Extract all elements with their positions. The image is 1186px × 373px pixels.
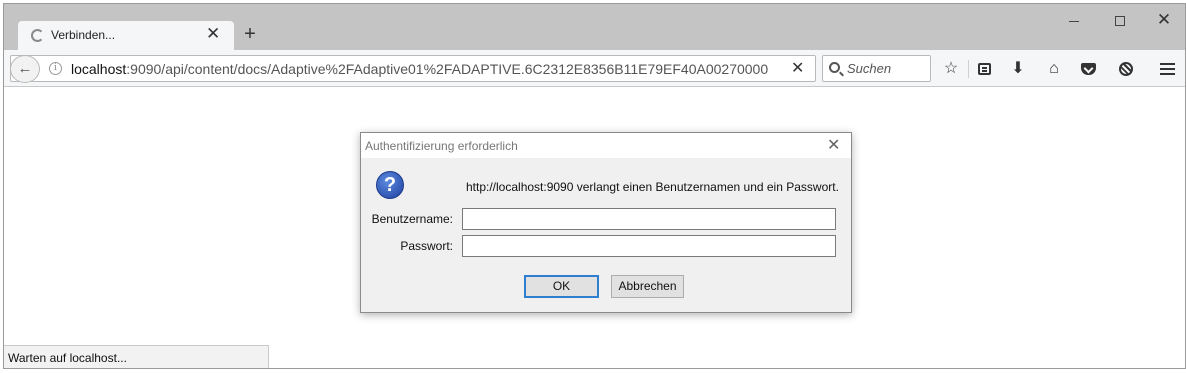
minimize-button[interactable] bbox=[1051, 6, 1097, 34]
url-path: :9090/api/content/docs/Adaptive%2FAdapti… bbox=[126, 61, 769, 77]
downloads-button[interactable]: ⬇ bbox=[1007, 59, 1029, 79]
cancel-button[interactable]: Abbrechen bbox=[611, 275, 684, 298]
extension-button[interactable] bbox=[1115, 59, 1137, 79]
stop-loading-icon[interactable]: ✕ bbox=[791, 58, 804, 78]
hamburger-menu-icon bbox=[1159, 67, 1175, 70]
password-field[interactable] bbox=[462, 235, 836, 257]
username-label: Benutzername: bbox=[371, 212, 453, 226]
dialog-message: http://localhost:9090 verlangt einen Ben… bbox=[466, 180, 839, 194]
url-host: localhost bbox=[71, 61, 127, 77]
search-input[interactable] bbox=[847, 59, 927, 78]
navigation-bar: ← i localhost:9090/api/content/docs/Adap… bbox=[4, 50, 1185, 87]
extension-globe-icon bbox=[1119, 61, 1133, 76]
reading-list-button[interactable] bbox=[973, 59, 995, 79]
dialog-titlebar: Authentifizierung erforderlich ✕ bbox=[361, 133, 851, 158]
ok-button[interactable]: OK bbox=[524, 275, 599, 298]
toolbar-separator bbox=[968, 60, 969, 78]
new-tab-button[interactable]: + bbox=[238, 21, 262, 47]
tab-title: Verbinden... bbox=[51, 28, 116, 42]
page-content: Authentifizierung erforderlich ✕ ? http:… bbox=[4, 88, 1185, 368]
menu-button[interactable] bbox=[1156, 59, 1178, 79]
back-button[interactable]: ← bbox=[10, 55, 40, 83]
pocket-button[interactable] bbox=[1077, 59, 1099, 79]
pocket-icon bbox=[1080, 62, 1096, 75]
tab-strip: Verbinden... ✕ + ✕ bbox=[4, 4, 1185, 50]
question-icon: ? bbox=[376, 171, 404, 199]
search-icon bbox=[829, 62, 840, 73]
loading-throbber-icon bbox=[31, 29, 44, 42]
home-button[interactable]: ⌂ bbox=[1043, 59, 1065, 79]
library-icon bbox=[977, 62, 991, 75]
auth-dialog: Authentifizierung erforderlich ✕ ? http:… bbox=[360, 132, 852, 313]
bookmark-star-button[interactable]: ☆ bbox=[940, 59, 962, 79]
username-field[interactable] bbox=[462, 208, 836, 230]
site-info-icon[interactable]: i bbox=[49, 62, 62, 75]
tab-close-icon[interactable]: ✕ bbox=[206, 24, 220, 44]
url-bar[interactable]: ← i localhost:9090/api/content/docs/Adap… bbox=[10, 55, 816, 83]
browser-window: Verbinden... ✕ + ✕ ← i localhost:9090/ap… bbox=[3, 3, 1186, 369]
dialog-close-icon[interactable]: ✕ bbox=[827, 135, 840, 155]
search-bar[interactable] bbox=[822, 55, 931, 82]
tab-active[interactable]: Verbinden... ✕ bbox=[18, 21, 234, 50]
password-label: Passwort: bbox=[400, 239, 453, 253]
window-close-button[interactable]: ✕ bbox=[1141, 6, 1185, 34]
maximize-icon bbox=[1115, 16, 1125, 27]
minimize-icon bbox=[1069, 20, 1079, 22]
status-bar: Warten auf localhost... bbox=[4, 345, 269, 368]
dialog-title: Authentifizierung erforderlich bbox=[365, 139, 518, 153]
url-text[interactable]: localhost:9090/api/content/docs/Adaptive… bbox=[71, 61, 768, 77]
maximize-button[interactable] bbox=[1097, 6, 1143, 34]
